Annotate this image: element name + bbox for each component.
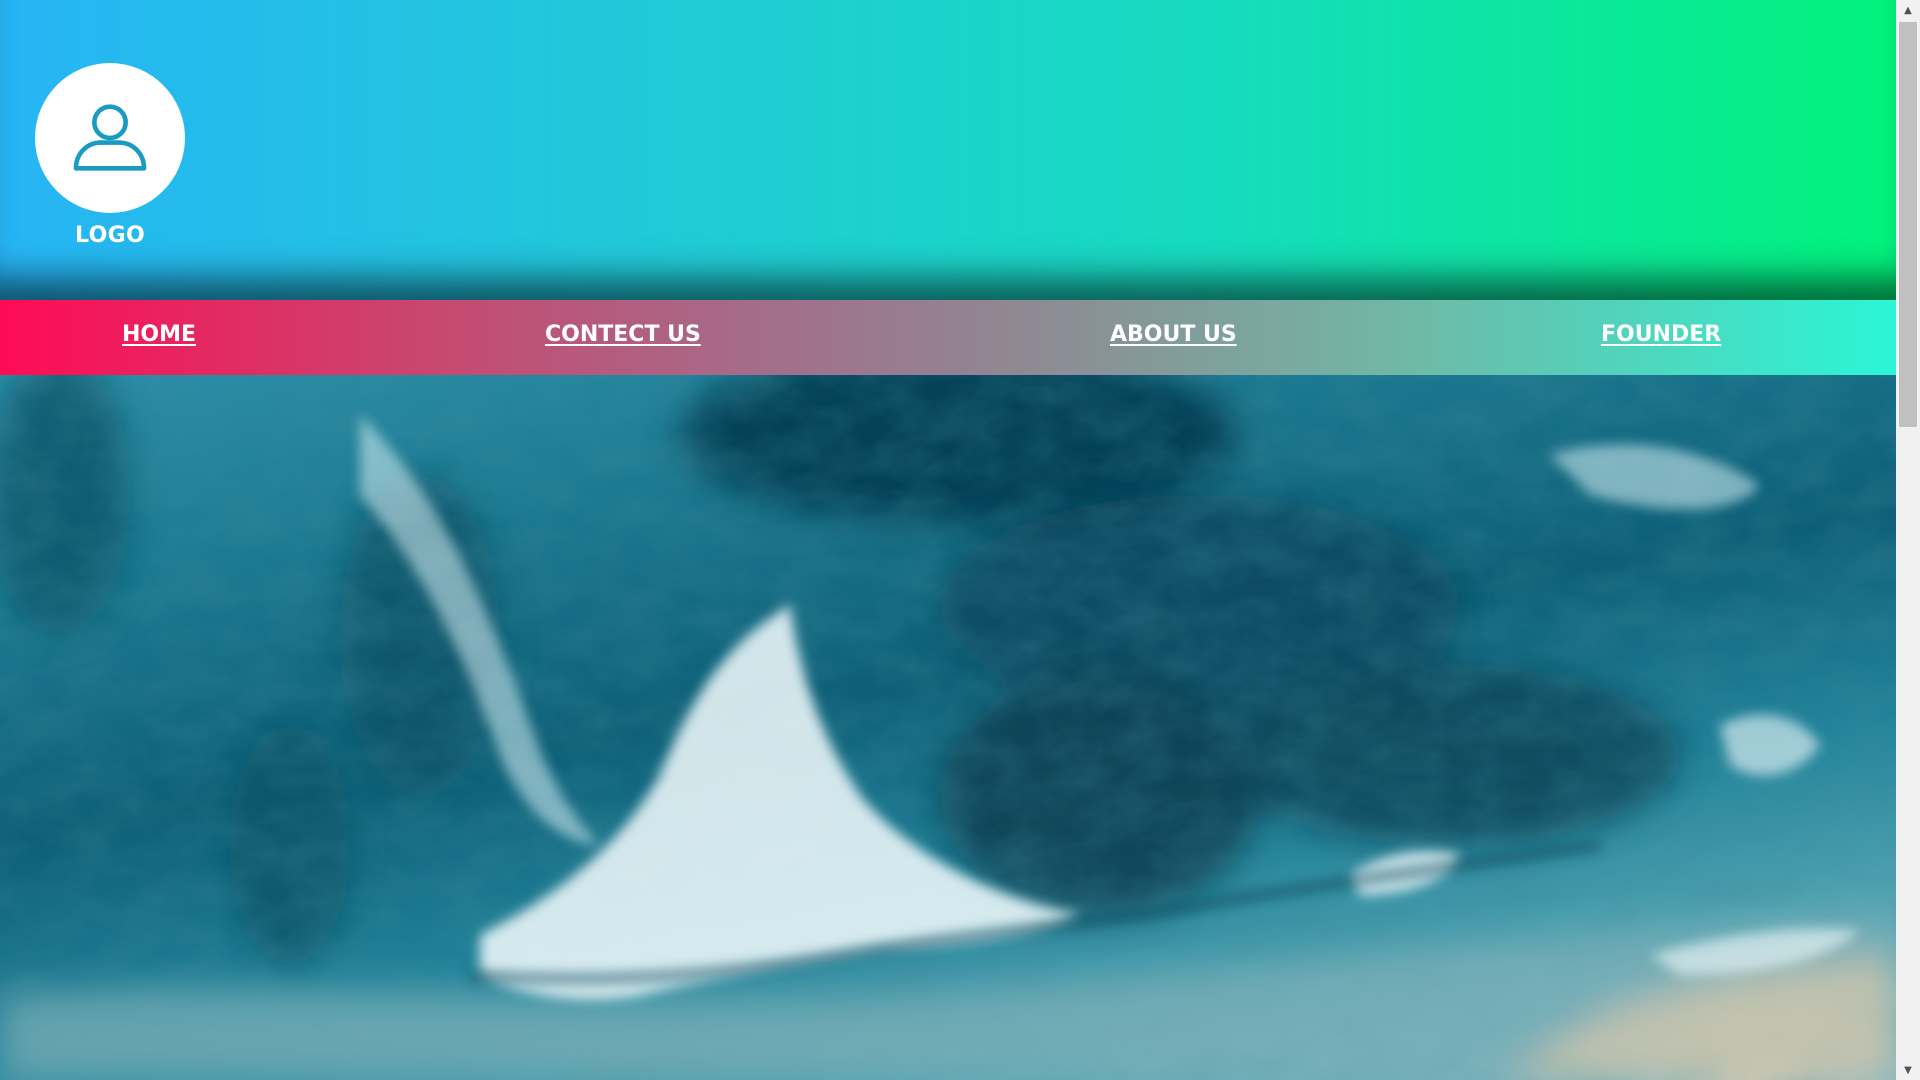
- arrow-up-icon[interactable]: ▲: [1896, 0, 1920, 20]
- scrollbar-thumb[interactable]: [1899, 22, 1917, 427]
- nav-link-home[interactable]: HOME: [122, 322, 196, 347]
- user-icon: [73, 104, 147, 171]
- header: LOGO: [0, 0, 1896, 300]
- ocean-waves-image: [0, 375, 1896, 1080]
- nav-link-about[interactable]: ABOUT US: [1110, 322, 1237, 347]
- logo-circle: [35, 63, 185, 213]
- nav-link-founder[interactable]: FOUNDER: [1601, 322, 1721, 347]
- nav-link-contact[interactable]: CONTECT US: [545, 322, 701, 347]
- hero-image: [0, 375, 1896, 1080]
- arrow-down-icon[interactable]: ▼: [1896, 1060, 1920, 1080]
- logo[interactable]: LOGO: [35, 63, 185, 248]
- vertical-scrollbar[interactable]: ▲ ▼: [1896, 0, 1920, 1080]
- viewport: LOGO HOME CONTECT US ABOUT US FOUNDER: [0, 0, 1896, 1080]
- nav-bar: HOME CONTECT US ABOUT US FOUNDER: [0, 300, 1896, 375]
- page: LOGO HOME CONTECT US ABOUT US FOUNDER ▲ …: [0, 0, 1920, 1080]
- logo-label: LOGO: [75, 223, 145, 248]
